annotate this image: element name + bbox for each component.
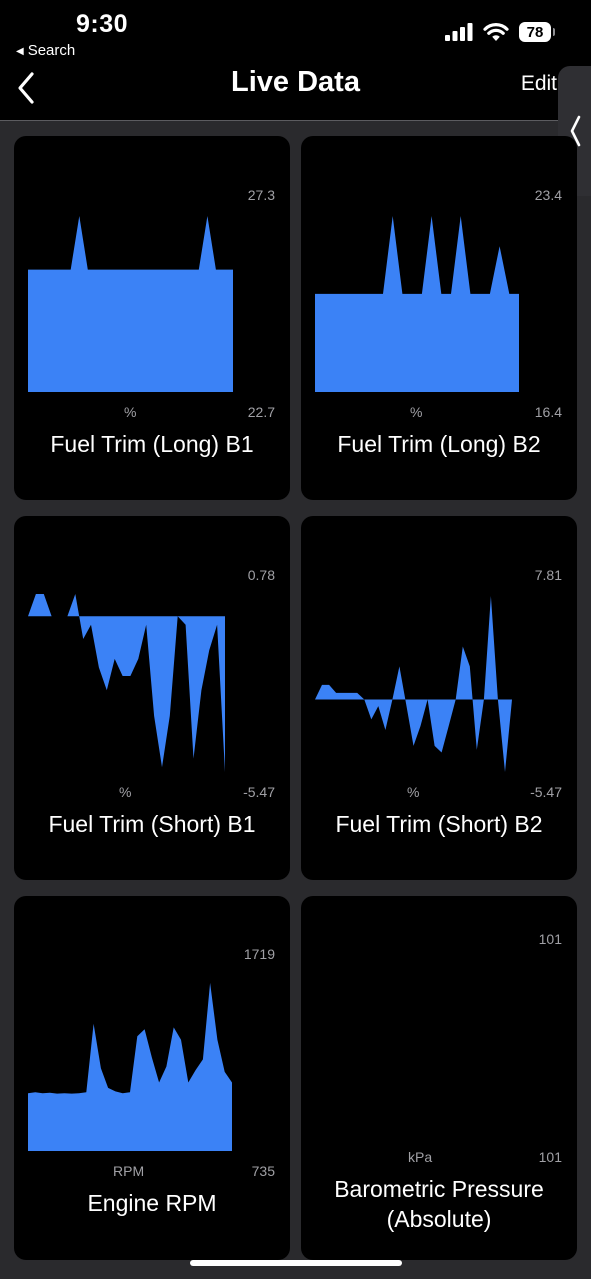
max-value: 7.81: [534, 567, 562, 583]
unit-label: %: [410, 404, 423, 420]
card-fuel-trim-short-b2[interactable]: 7.81 % -5.47 Fuel Trim (Short) B2: [301, 516, 577, 880]
edit-button[interactable]: Edit: [521, 72, 557, 96]
home-indicator[interactable]: [190, 1260, 402, 1266]
min-value: 22.7: [247, 404, 275, 420]
back-app-label: Search: [27, 42, 76, 59]
cellular-signal-icon: [445, 23, 473, 41]
min-value: -5.47: [243, 784, 275, 800]
unit-label: %: [124, 404, 137, 420]
unit-label: %: [119, 784, 132, 800]
sensor-label: Fuel Trim (Short) B1: [48, 811, 256, 837]
max-value: 23.4: [534, 187, 562, 203]
chart-series-area: [67, 594, 226, 772]
chart-series-area: [315, 216, 519, 392]
max-value: 0.78: [247, 567, 275, 583]
nav-divider: [0, 120, 591, 121]
status-icons: 78: [445, 22, 555, 42]
chart-series-area: [28, 982, 232, 1151]
chart-series-area: [28, 594, 52, 617]
max-value: 1719: [243, 946, 275, 962]
card-fuel-trim-long-b1[interactable]: 27.3 % 22.7 Fuel Trim (Long) B1: [14, 136, 290, 500]
min-value: 101: [538, 1149, 562, 1165]
wifi-icon: [483, 23, 509, 41]
battery-indicator: 78: [519, 22, 555, 42]
max-value: 27.3: [247, 187, 275, 203]
unit-label: %: [407, 784, 420, 800]
min-value: -5.47: [530, 784, 562, 800]
card-fuel-trim-long-b2[interactable]: 23.4 % 16.4 Fuel Trim (Long) B2: [301, 136, 577, 500]
back-triangle-icon: ◀: [16, 46, 24, 57]
sensor-label: Fuel Trim (Long) B2: [337, 431, 541, 457]
back-to-search-link[interactable]: ◀ Search: [16, 42, 75, 59]
card-engine-rpm[interactable]: 1719 RPM 735 Engine RPM: [14, 896, 290, 1260]
card-fuel-trim-short-b1[interactable]: 0.78 % -5.47 Fuel Trim (Short) B1: [14, 516, 290, 880]
min-value: 735: [251, 1163, 275, 1179]
sensor-label: Fuel Trim (Long) B1: [50, 431, 254, 457]
battery-level: 78: [526, 23, 544, 41]
chart-series-area: [315, 596, 512, 772]
chart-series-area: [28, 216, 233, 392]
card-barometric-pressure[interactable]: 101 kPa 101 Barometric Pressure (Absolut…: [301, 896, 577, 1260]
sensor-label: Fuel Trim (Short) B2: [335, 811, 543, 837]
unit-label: kPa: [408, 1149, 433, 1165]
status-time: 9:30: [76, 10, 129, 38]
max-value: 101: [538, 931, 562, 947]
sensor-label: Barometric Pressure (Absolute): [334, 1176, 544, 1232]
page-title: Live Data: [231, 66, 360, 98]
sensor-label: Engine RPM: [87, 1190, 217, 1216]
min-value: 16.4: [534, 404, 562, 420]
unit-label: RPM: [113, 1163, 145, 1179]
